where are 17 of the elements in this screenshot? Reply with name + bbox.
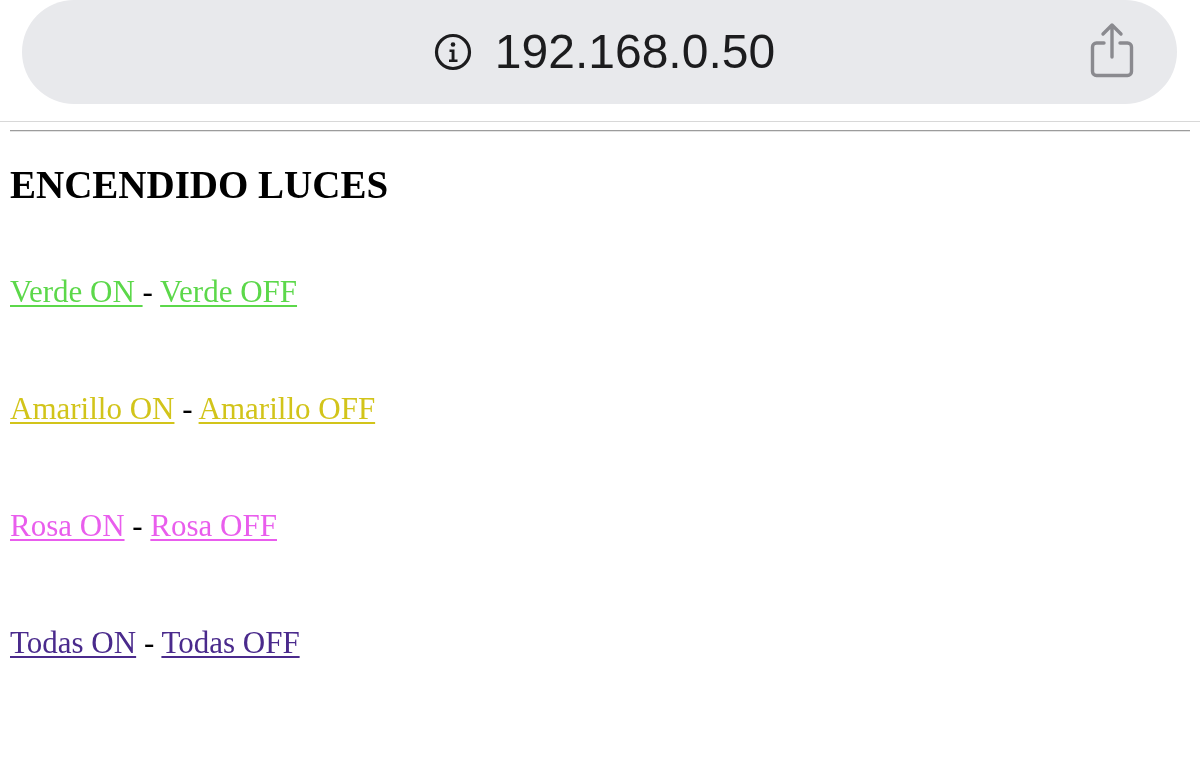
light-link[interactable]: Amarillo ON xyxy=(10,391,175,426)
share-icon[interactable] xyxy=(1089,22,1135,78)
light-link[interactable]: Rosa OFF xyxy=(150,508,277,543)
separator-text: - xyxy=(143,625,155,660)
page-heading: ENCENDIDO LUCES xyxy=(10,162,389,207)
separator-text: - xyxy=(182,391,193,426)
address-field[interactable]: 192.168.0.50 xyxy=(22,0,1177,104)
separator-text: - xyxy=(132,508,143,543)
light-link[interactable]: Verde OFF xyxy=(160,274,298,309)
separator-text: - xyxy=(142,274,153,309)
light-link[interactable]: Verde ON xyxy=(10,274,143,309)
light-link[interactable]: Rosa ON xyxy=(10,508,125,543)
light-link[interactable]: Todas ON xyxy=(10,625,137,660)
light-link[interactable]: Todas OFF xyxy=(161,625,300,660)
url-text: 192.168.0.50 xyxy=(494,24,776,80)
light-link[interactable]: Amarillo OFF xyxy=(198,391,376,426)
info-icon[interactable] xyxy=(433,33,472,71)
